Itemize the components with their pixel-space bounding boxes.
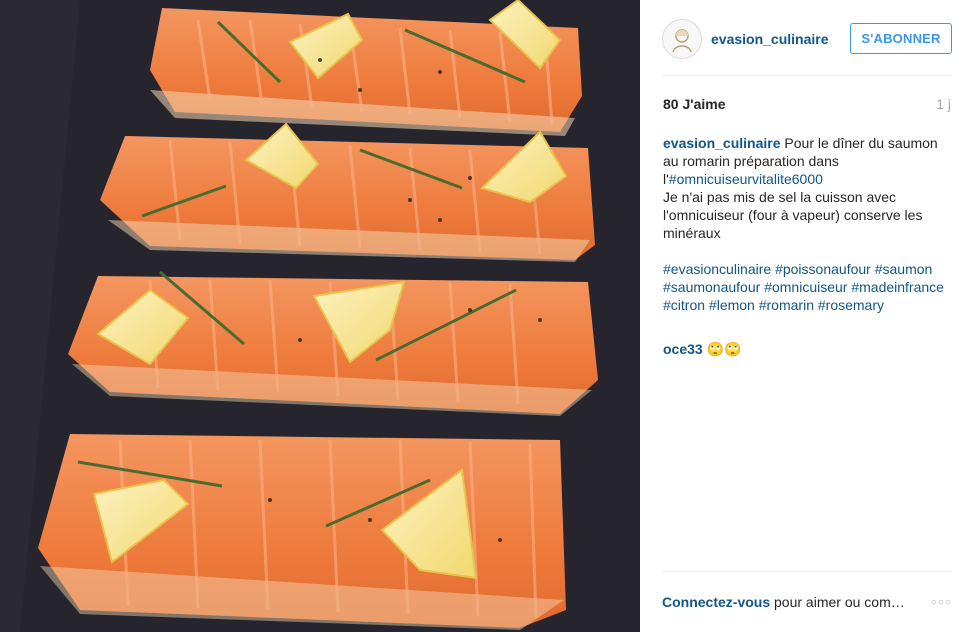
hashtag-link[interactable]: #omnicuiseur: [764, 279, 847, 295]
caption-text-2: Je n'ai pas mis de sel la cuisson avec l…: [663, 189, 923, 241]
salmon-fillet-1: [150, 0, 582, 136]
post-header: evasion_culinaire S'ABONNER: [662, 12, 952, 76]
comment-text: 🙄🙄: [702, 341, 742, 357]
post-stats: 80 J'aime 1 j: [663, 96, 951, 112]
hashtag-link[interactable]: #madeinfrance: [851, 279, 944, 295]
post-side-panel: evasion_culinaire S'ABONNER 80 J'aime 1 …: [640, 0, 972, 632]
salmon-fillet-3: [68, 270, 598, 416]
hashtag-link[interactable]: #poissonaufour: [775, 261, 871, 277]
salmon-illustration: [0, 0, 640, 632]
caption-hashtag-link[interactable]: #omnicuiseurvitalite6000: [669, 171, 823, 187]
username-link[interactable]: evasion_culinaire: [711, 31, 829, 47]
follow-button[interactable]: S'ABONNER: [850, 23, 952, 54]
more-options-icon[interactable]: ○○○: [931, 597, 952, 608]
comment-author-link[interactable]: oce33: [663, 341, 703, 357]
caption-author-link[interactable]: evasion_culinaire: [663, 135, 781, 151]
salmon-fillet-4: [38, 434, 566, 630]
hashtag-link[interactable]: #rosemary: [818, 297, 884, 313]
likes-count[interactable]: 80 J'aime: [663, 96, 726, 112]
post-photo[interactable]: [0, 0, 640, 632]
avatar-icon[interactable]: [662, 18, 702, 59]
hashtag-list: #evasionculinaire #poissonaufour #saumon…: [663, 260, 955, 314]
post-footer: Connectez-vous pour aimer ou commenter. …: [662, 571, 952, 632]
post-caption: evasion_culinaire Pour le dîner du saumo…: [663, 134, 955, 314]
login-link[interactable]: Connectez-vous: [662, 594, 770, 610]
hashtag-link[interactable]: #lemon: [709, 297, 755, 313]
hashtag-link[interactable]: #saumonaufour: [663, 279, 760, 295]
login-prompt: Connectez-vous pour aimer ou commenter.: [662, 594, 910, 610]
comment-item: oce33 🙄🙄: [663, 340, 953, 358]
hashtag-link[interactable]: #citron: [663, 297, 705, 313]
hashtag-link[interactable]: #evasionculinaire: [663, 261, 771, 277]
post-time[interactable]: 1 j: [936, 96, 951, 112]
hashtag-link[interactable]: #romarin: [759, 297, 814, 313]
hashtag-link[interactable]: #saumon: [875, 261, 933, 277]
login-prompt-text: pour aimer ou commenter.: [774, 594, 910, 610]
